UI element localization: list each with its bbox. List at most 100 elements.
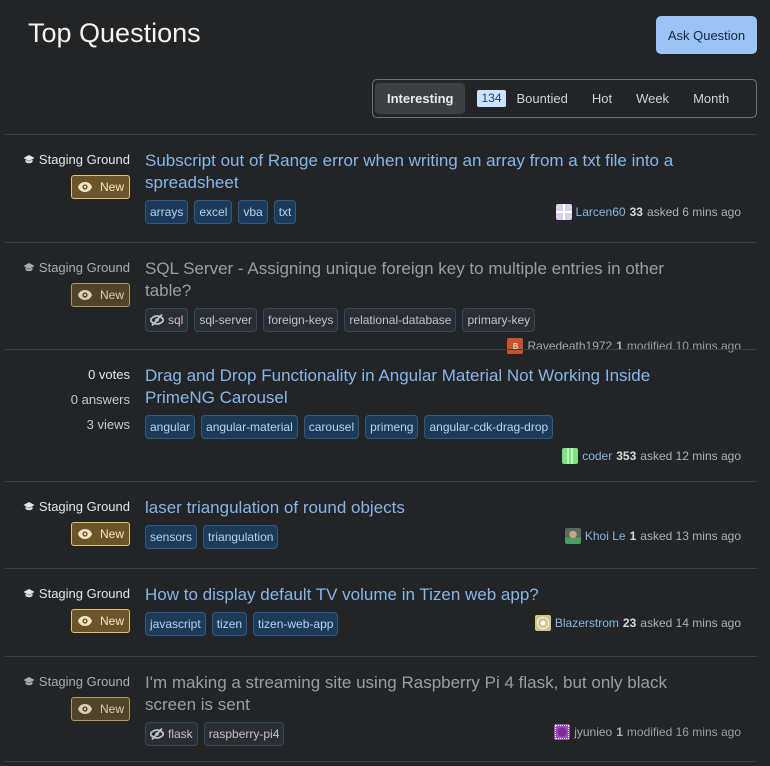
tag[interactable]: foreign-keys: [263, 308, 339, 332]
question-stats: Staging Ground New: [5, 151, 145, 242]
user-card: Blazerstrom 23 asked 14 mins ago: [534, 615, 741, 631]
tag[interactable]: javascript: [145, 612, 206, 636]
user-link[interactable]: coder: [582, 449, 612, 463]
eye-icon: [77, 616, 92, 626]
reputation: 33: [629, 205, 643, 219]
tag[interactable]: excel: [194, 200, 233, 224]
new-badge: New: [70, 697, 130, 721]
question-title-link[interactable]: SQL Server - Assigning unique foreign ke…: [145, 258, 741, 302]
ask-question-button[interactable]: Ask Question: [656, 16, 757, 54]
tag[interactable]: arrays: [145, 200, 189, 224]
tag[interactable]: carousel: [303, 415, 360, 439]
question-stats: 0 votes 0 answers 3 views: [5, 362, 145, 481]
reputation: 1: [629, 529, 637, 543]
graduation-cap-icon: [23, 155, 35, 164]
tag[interactable]: txt: [273, 200, 297, 224]
user-link[interactable]: jyunieo: [574, 725, 612, 739]
graduation-cap-icon: [23, 263, 35, 272]
avatar[interactable]: [555, 204, 572, 220]
question-title-link[interactable]: Subscript out of Range error when writin…: [145, 150, 741, 194]
tab-bountied[interactable]: 134 Bountied: [465, 83, 579, 114]
question-summary: Staging Ground New Subscript out of Rang…: [5, 134, 757, 242]
activity-time: asked 14 mins ago: [640, 616, 741, 630]
question-content: I'm making a streaming site using Raspbe…: [145, 673, 741, 762]
tag[interactable]: raspberry-pi4: [203, 722, 285, 746]
tag[interactable]: primary-key: [462, 308, 536, 332]
activity-time: asked 12 mins ago: [640, 449, 741, 463]
tab-month[interactable]: Month: [681, 83, 741, 114]
eye-icon: [77, 182, 92, 192]
question-content: How to display default TV volume in Tize…: [145, 585, 741, 656]
tag[interactable]: relational-database: [344, 308, 457, 332]
avatar[interactable]: [564, 528, 581, 544]
eye-slash-icon: [150, 728, 164, 740]
eye-icon: [77, 290, 92, 300]
avatar[interactable]: [562, 448, 579, 464]
tag[interactable]: tizen-web-app: [253, 612, 339, 636]
tab-label: Interesting: [387, 91, 454, 106]
tab-week[interactable]: Week: [624, 83, 681, 114]
tag-list: angular angular-material carousel primen…: [145, 415, 741, 439]
user-link[interactable]: Khoi Le: [585, 529, 626, 543]
user-card: jyunieo 1 modified 16 mins ago: [554, 724, 741, 740]
reputation: 1: [616, 725, 623, 739]
user-link[interactable]: Blazerstrom: [555, 616, 619, 630]
tag[interactable]: primeng: [365, 415, 419, 439]
question-summary: Staging Ground New laser triangulation o…: [5, 481, 757, 568]
divider: [5, 761, 757, 762]
tab-label: Month: [693, 91, 730, 106]
tab-label: Week: [636, 91, 670, 106]
tag-ignored[interactable]: sql: [145, 308, 189, 332]
eye-icon: [77, 704, 92, 714]
tab-hot[interactable]: Hot: [580, 83, 624, 114]
activity-time: asked 13 mins ago: [640, 529, 741, 543]
tag[interactable]: angular-material: [201, 415, 298, 439]
question-stats: Staging Ground New: [5, 259, 145, 349]
new-badge: New: [70, 609, 130, 633]
activity-time: modified 16 mins ago: [626, 725, 741, 739]
tag[interactable]: vba: [238, 200, 268, 224]
avatar[interactable]: [534, 615, 551, 631]
tag[interactable]: angular: [145, 415, 196, 439]
eye-icon: [77, 529, 92, 539]
tag[interactable]: triangulation: [203, 525, 279, 549]
tag[interactable]: sql-server: [194, 308, 258, 332]
page-title: Top Questions: [28, 18, 201, 48]
tag[interactable]: tizen: [211, 612, 248, 636]
staging-ground-label: Staging Ground: [23, 673, 130, 691]
new-badge: New: [70, 283, 130, 307]
question-summary: 0 votes 0 answers 3 views Drag and Drop …: [5, 349, 757, 481]
view-count: 3 views: [86, 417, 130, 432]
question-content: Subscript out of Range error when writin…: [145, 151, 741, 242]
question-filter-tabs: Interesting 134 Bountied Hot Week Month: [372, 79, 757, 118]
staging-ground-label: Staging Ground: [23, 151, 130, 169]
question-title-link[interactable]: laser triangulation of round objects: [145, 497, 741, 519]
staging-ground-label: Staging Ground: [23, 259, 130, 277]
question-title-link[interactable]: Drag and Drop Functionality in Angular M…: [145, 365, 741, 409]
question-content: Drag and Drop Functionality in Angular M…: [145, 366, 741, 481]
question-title-link[interactable]: How to display default TV volume in Tize…: [145, 584, 741, 606]
graduation-cap-icon: [23, 589, 35, 598]
tag[interactable]: sensors: [145, 525, 198, 549]
new-badge: New: [70, 175, 130, 199]
graduation-cap-icon: [23, 677, 35, 686]
staging-ground-label: Staging Ground: [23, 498, 130, 516]
new-badge: New: [70, 522, 130, 546]
activity-time: asked 6 mins ago: [646, 205, 741, 219]
reputation: 23: [622, 616, 637, 630]
user-link[interactable]: Larcen60: [576, 205, 626, 219]
tag-ignored[interactable]: flask: [145, 722, 198, 746]
page-header: Top Questions Ask Question Interesting 1…: [0, 0, 770, 135]
question-summary: Staging Ground New I'm making a streamin…: [5, 656, 757, 762]
avatar[interactable]: [554, 724, 571, 740]
tab-interesting[interactable]: Interesting: [375, 83, 466, 114]
tag[interactable]: angular-cdk-drag-drop: [424, 415, 554, 439]
question-list: Staging Ground New Subscript out of Rang…: [5, 134, 757, 762]
reputation: 353: [616, 449, 637, 463]
question-title-link[interactable]: I'm making a streaming site using Raspbe…: [145, 672, 741, 716]
question-summary: Staging Ground New How to display defaul…: [5, 568, 757, 656]
tab-label: Hot: [591, 91, 613, 106]
user-card: Larcen60 33 asked 6 mins ago: [555, 204, 741, 220]
question-stats: Staging Ground New: [5, 585, 145, 656]
bounty-count-badge: 134: [477, 90, 506, 107]
